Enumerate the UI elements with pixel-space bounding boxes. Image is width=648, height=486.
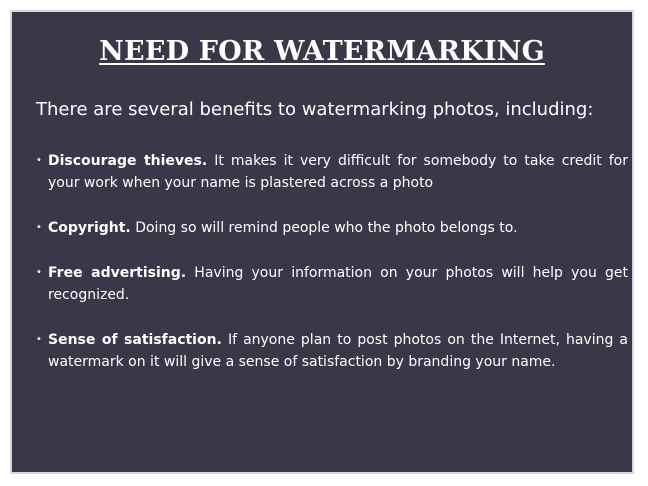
bullet-icon: •: [36, 222, 42, 233]
slide-panel: NEED FOR WATERMARKING There are several …: [10, 10, 634, 474]
intro-text: There are several benefits to watermarki…: [36, 99, 594, 120]
benefit-item-free-advertising: • Free advertising. Having your informat…: [36, 262, 628, 306]
benefit-lead: Copyright.: [48, 220, 131, 236]
benefit-item-copyright: • Copyright. Doing so will remind people…: [36, 217, 628, 239]
benefit-item-sense-of-satisfaction: • Sense of satisfaction. If anyone plan …: [36, 329, 628, 373]
bullet-icon: •: [36, 334, 42, 345]
benefit-lead: Discourage thieves.: [48, 153, 208, 169]
benefit-text: Doing so will remind people who the phot…: [135, 220, 518, 236]
bullet-icon: •: [36, 155, 42, 166]
benefit-lead: Sense of satisfaction.: [48, 332, 222, 348]
slide-title: NEED FOR WATERMARKING: [99, 36, 545, 67]
bullet-icon: •: [36, 267, 42, 278]
slide: NEED FOR WATERMARKING There are several …: [0, 0, 648, 486]
benefit-lead: Free advertising.: [48, 265, 187, 281]
benefits-list: • Discourage thieves. It makes it very d…: [36, 150, 628, 373]
benefit-item-discourage-thieves: • Discourage thieves. It makes it very d…: [36, 150, 628, 194]
